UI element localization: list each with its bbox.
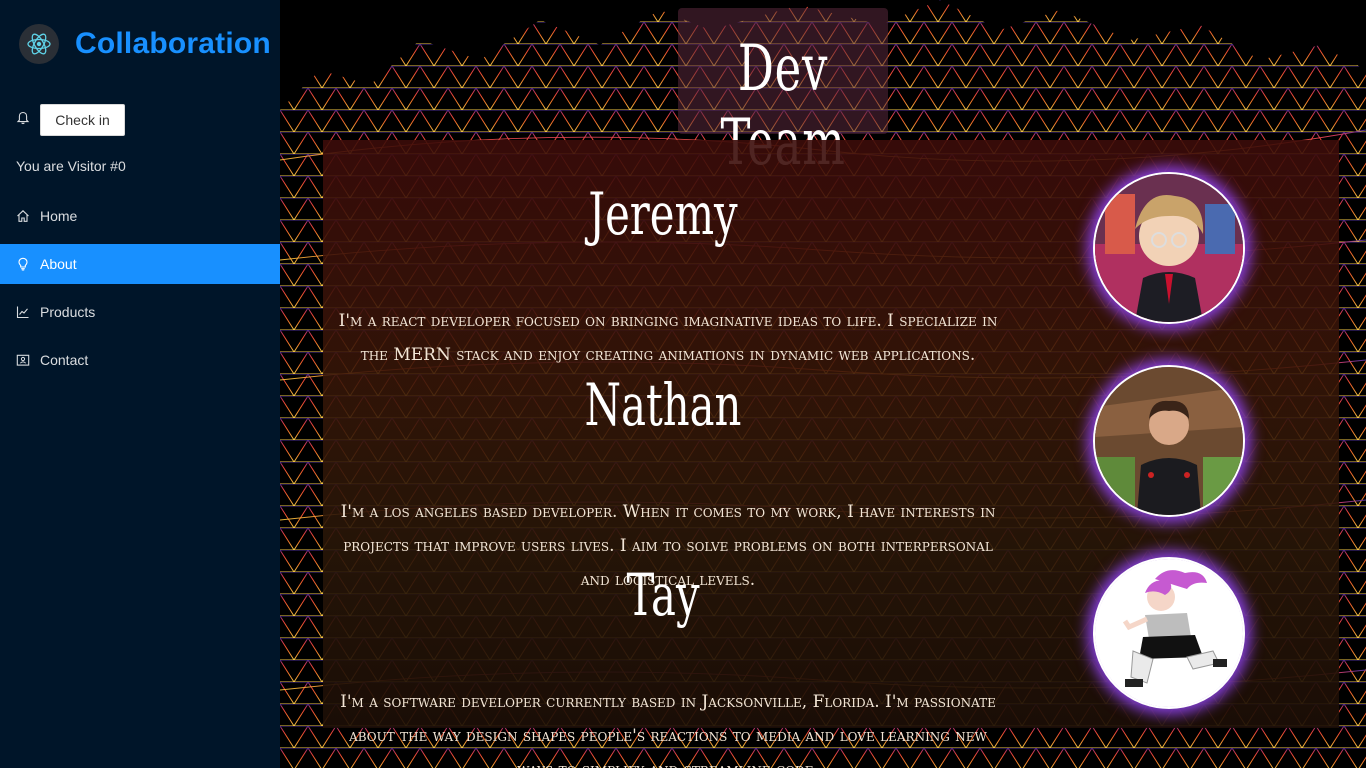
team-member: Nathan I'm a los angeles based developer… bbox=[323, 365, 1339, 590]
member-name: Nathan bbox=[584, 371, 742, 439]
sidebar-item-label: Contact bbox=[40, 352, 89, 368]
bell-icon[interactable] bbox=[16, 111, 40, 130]
brand[interactable]: Collaboration bbox=[19, 20, 271, 68]
atom-icon bbox=[19, 24, 59, 64]
member-bio: I'm a react developer focused on bringin… bbox=[338, 311, 998, 365]
member-avatar bbox=[1093, 365, 1245, 517]
checkin-row: Check in bbox=[16, 104, 125, 136]
bulb-icon bbox=[18, 257, 28, 271]
visitor-counter: You are Visitor #0 bbox=[16, 158, 126, 174]
sidebar-item-about[interactable]: About bbox=[0, 244, 280, 284]
team-member: Jeremy I'm a react developer focused on … bbox=[323, 172, 1339, 370]
home-icon bbox=[17, 210, 29, 222]
sidebar-item-label: About bbox=[40, 256, 77, 272]
sidebar-item-contact[interactable]: Contact bbox=[0, 340, 280, 380]
sidebar: Collaboration Check in You are Visitor #… bbox=[0, 0, 280, 768]
team-member: Tay I'm a software developer currently b… bbox=[323, 557, 1339, 768]
contact-card-icon bbox=[16, 354, 30, 366]
member-avatar bbox=[1093, 557, 1245, 709]
member-bio: I'm a software developer currently based… bbox=[340, 692, 996, 768]
member-name: Tay bbox=[626, 561, 700, 629]
team-panel: Jeremy I'm a react developer focused on … bbox=[323, 140, 1339, 768]
sidebar-item-products[interactable]: Products bbox=[0, 292, 280, 332]
sidebar-item-label: Products bbox=[40, 304, 96, 320]
check-in-button[interactable]: Check in bbox=[40, 104, 125, 136]
side-menu: Home About Products Contact bbox=[0, 196, 280, 388]
member-name: Jeremy bbox=[588, 180, 738, 248]
sidebar-item-label: Home bbox=[40, 208, 78, 224]
sidebar-item-home[interactable]: Home bbox=[0, 196, 280, 236]
member-avatar bbox=[1093, 172, 1245, 324]
chart-icon bbox=[16, 306, 29, 319]
page-title-container: Dev Team bbox=[678, 8, 888, 180]
main-content: Dev Team Jeremy I'm a react developer fo… bbox=[280, 0, 1366, 768]
app-title: Collaboration bbox=[75, 27, 271, 60]
